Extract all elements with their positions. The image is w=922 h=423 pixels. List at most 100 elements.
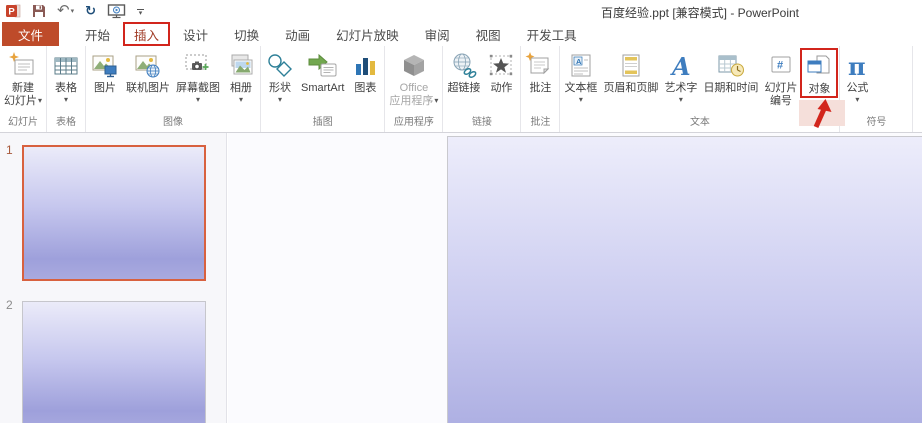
tab-file[interactable]: 文件 bbox=[2, 22, 60, 46]
group-label-comments: 批注 bbox=[530, 117, 551, 128]
powerpoint-logo-icon: P bbox=[5, 2, 21, 20]
ribbon-group-apps: Office 应用程序 ▾ 应用程序 bbox=[385, 46, 444, 132]
online-pictures-icon bbox=[133, 49, 163, 82]
chart-button[interactable]: 图表 bbox=[347, 48, 383, 96]
text-box-button[interactable]: A 文本框 ▾ bbox=[561, 48, 600, 105]
svg-text:A: A bbox=[670, 52, 691, 81]
button-label: 屏幕截图 bbox=[176, 82, 221, 94]
group-label-symbols: 符号 bbox=[866, 117, 887, 128]
ribbon-group-comments: 批注 批注 bbox=[521, 46, 561, 132]
object-button[interactable]: 对象 bbox=[800, 48, 839, 98]
comment-icon bbox=[525, 49, 555, 82]
button-label: 动作 bbox=[490, 82, 513, 94]
date-time-button[interactable]: 日期和时间 bbox=[700, 48, 761, 96]
ribbon-group-text: A 文本框 ▾ 页眉和页脚 A 艺术字 ▾ 日期和时间 # 幻灯片 编号 对象 … bbox=[560, 46, 846, 132]
tab-design[interactable]: 设计 bbox=[170, 22, 221, 46]
button-label: 图表 bbox=[354, 82, 377, 94]
start-slideshow-icon[interactable] bbox=[107, 2, 126, 20]
button-label: 公式 bbox=[846, 82, 869, 94]
button-label: 表格 bbox=[55, 82, 78, 94]
group-label-table: 表格 bbox=[56, 117, 77, 128]
button-label: 对象 bbox=[808, 83, 831, 95]
button-label: 幻灯片 bbox=[764, 82, 798, 94]
button-label: 相册 bbox=[230, 82, 253, 94]
button-label: 文本框 bbox=[564, 82, 598, 94]
dropdown-caret-icon: ▾ bbox=[38, 96, 43, 106]
redo-icon[interactable]: ↻ bbox=[85, 2, 96, 20]
slide-thumbnail-2[interactable] bbox=[22, 301, 206, 423]
svg-text:π: π bbox=[848, 52, 866, 81]
svg-text:A: A bbox=[576, 56, 582, 65]
slide-thumbnails-panel[interactable]: 1 2 bbox=[0, 133, 227, 423]
online-pictures-button[interactable]: 联机图片 bbox=[123, 48, 173, 96]
undo-dropdown-caret-icon[interactable]: ▾ bbox=[71, 7, 75, 15]
customize-quick-access-toolbar-icon[interactable]: ▾ bbox=[137, 3, 144, 21]
slide-number-icon: # bbox=[766, 49, 796, 82]
date-time-icon bbox=[716, 49, 746, 82]
save-icon[interactable] bbox=[32, 2, 46, 20]
ribbon-group-images: 图片 联机图片 屏幕截图 ▾ 相册 ▾ 图像 bbox=[86, 46, 262, 132]
smartart-icon bbox=[306, 49, 340, 82]
wordart-button[interactable]: A 艺术字 ▾ bbox=[661, 48, 700, 105]
button-label: 形状 bbox=[269, 82, 292, 94]
slide-number-label: 1 bbox=[6, 143, 13, 157]
button-label: Office bbox=[399, 82, 429, 94]
shapes-icon bbox=[265, 49, 295, 82]
undo-icon[interactable]: ↶ ▾ bbox=[57, 2, 74, 20]
tab-review[interactable]: 审阅 bbox=[412, 22, 463, 46]
tab-transitions[interactable]: 切换 bbox=[221, 22, 272, 46]
comment-button[interactable]: 批注 bbox=[522, 48, 558, 96]
action-icon bbox=[486, 49, 516, 82]
dropdown-caret-icon: ▾ bbox=[196, 94, 201, 104]
button-label: 日期和时间 bbox=[703, 82, 759, 94]
chart-icon bbox=[350, 49, 380, 82]
object-icon bbox=[804, 50, 834, 83]
current-slide-canvas[interactable] bbox=[447, 136, 922, 423]
tab-animations[interactable]: 动画 bbox=[272, 22, 323, 46]
ribbon-group-links: 超链接 动作 链接 bbox=[443, 46, 522, 132]
tab-slideshow[interactable]: 幻灯片放映 bbox=[323, 22, 412, 46]
slide-editor-area bbox=[228, 133, 922, 423]
hyperlink-button[interactable]: 超链接 bbox=[444, 48, 483, 96]
tab-view[interactable]: 视图 bbox=[463, 22, 514, 46]
smartart-button[interactable]: SmartArt bbox=[298, 48, 347, 96]
screenshot-icon bbox=[183, 49, 213, 82]
ribbon-group-table: 表格 ▾ 表格 bbox=[47, 46, 87, 132]
action-button[interactable]: 动作 bbox=[483, 48, 519, 96]
photo-album-button[interactable]: 相册 ▾ bbox=[223, 48, 259, 105]
undo-glyph: ↶ bbox=[57, 2, 70, 19]
button-label: 页眉和页脚 bbox=[603, 82, 659, 94]
dropdown-caret-icon: ▾ bbox=[64, 94, 69, 104]
screenshot-button[interactable]: 屏幕截图 ▾ bbox=[173, 48, 223, 105]
office-apps-button[interactable]: Office 应用程序 ▾ bbox=[386, 48, 441, 108]
ribbon: 新建 幻灯片 ▾ 幻灯片 表格 ▾ 表格 图片 联机图片 屏幕截图 ▾ 相册 ▾… bbox=[0, 46, 922, 133]
ribbon-group-slides: 新建 幻灯片 ▾ 幻灯片 bbox=[0, 46, 48, 132]
office-apps-icon bbox=[399, 49, 429, 82]
header-footer-button[interactable]: 页眉和页脚 bbox=[600, 48, 661, 96]
quick-access-toolbar: P ↶ ▾ ↻ ▾ bbox=[5, 1, 144, 21]
pictures-button[interactable]: 图片 bbox=[87, 48, 123, 96]
ribbon-tab-bar: 文件 开始 插入 设计 切换 动画 幻灯片放映 审阅 视图 开发工具 bbox=[0, 22, 922, 46]
equation-icon: π bbox=[844, 49, 870, 82]
dropdown-caret-icon: ▾ bbox=[578, 94, 583, 104]
shapes-button[interactable]: 形状 ▾ bbox=[262, 48, 298, 105]
content-area: 1 2 bbox=[0, 133, 922, 423]
title-bar: P ↶ ▾ ↻ ▾ 百度经验.ppt [兼容模式] - PowerPoint bbox=[0, 0, 922, 22]
svg-text:#: # bbox=[777, 59, 783, 71]
group-label-apps: 应用程序 bbox=[393, 117, 434, 128]
tab-developer[interactable]: 开发工具 bbox=[514, 22, 590, 46]
button-label: 新建 bbox=[12, 82, 34, 94]
new-slide-button[interactable]: 新建 幻灯片 ▾ bbox=[1, 48, 45, 108]
table-button[interactable]: 表格 ▾ bbox=[48, 48, 84, 105]
tab-insert[interactable]: 插入 bbox=[123, 22, 171, 46]
dropdown-caret-icon: ▾ bbox=[434, 96, 439, 106]
equation-button[interactable]: π 公式 ▾ bbox=[841, 48, 873, 105]
slide-thumbnail-1[interactable] bbox=[22, 145, 206, 281]
slide-number-button[interactable]: # 幻灯片 编号 bbox=[761, 48, 800, 108]
window-title: 百度经验.ppt [兼容模式] - PowerPoint bbox=[600, 6, 800, 20]
text-box-icon: A bbox=[566, 49, 596, 82]
tab-home[interactable]: 开始 bbox=[72, 22, 123, 46]
button-label: 联机图片 bbox=[126, 82, 171, 94]
new-slide-icon bbox=[8, 49, 38, 82]
button-label: SmartArt bbox=[301, 82, 345, 94]
